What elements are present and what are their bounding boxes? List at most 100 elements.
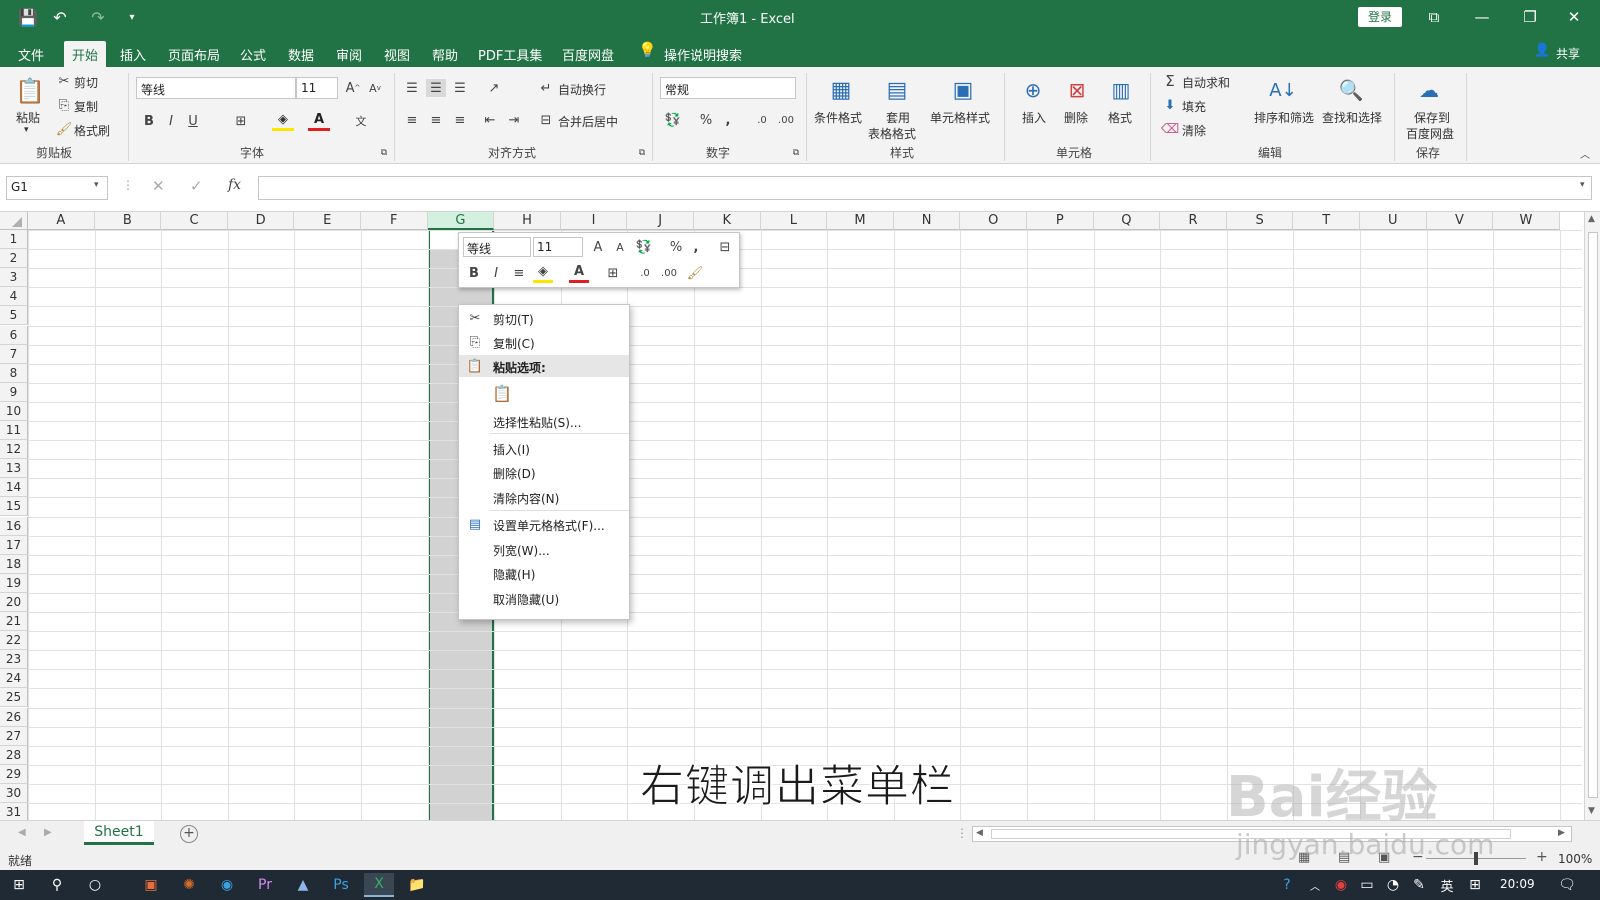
phonetic-icon[interactable]: 文: [350, 111, 372, 131]
row-header-19[interactable]: 19: [0, 573, 28, 593]
select-all-corner[interactable]: [0, 212, 28, 230]
paste-keep-text-icon[interactable]: 📋: [491, 381, 513, 405]
login-button[interactable]: 登录: [1358, 7, 1402, 27]
row-header-22[interactable]: 22: [0, 631, 28, 651]
menu-item-column-width[interactable]: 列宽(W)...: [493, 542, 550, 559]
column-header-g[interactable]: G: [427, 212, 495, 230]
mini-bold-icon[interactable]: B: [465, 263, 483, 283]
conditional-format-button[interactable]: 条件格式: [814, 109, 862, 126]
restore-button[interactable]: ❐: [1506, 0, 1554, 34]
accounting-format-icon[interactable]: 💱: [662, 111, 684, 129]
name-box-dropdown-icon[interactable]: ▾: [94, 180, 99, 190]
row-header-26[interactable]: 26: [0, 707, 28, 727]
font-dialog-launcher-icon[interactable]: ⧉: [378, 147, 390, 159]
increase-decimal-icon[interactable]: .0: [752, 111, 772, 129]
find-select-button[interactable]: 查找和选择: [1322, 109, 1382, 126]
next-sheet-icon[interactable]: ▶: [44, 827, 52, 838]
mini-format-painter-icon[interactable]: 🖌: [685, 263, 705, 283]
formula-input[interactable]: [258, 176, 1592, 200]
mini-size-combo[interactable]: 11: [533, 237, 583, 257]
row-header-6[interactable]: 6: [0, 325, 28, 345]
menu-item-copy[interactable]: 复制(C): [493, 335, 535, 352]
menu-item-insert[interactable]: 插入(I): [493, 441, 530, 458]
format-cells-button[interactable]: 格式: [1108, 109, 1132, 126]
paste-button[interactable]: 粘贴: [16, 109, 40, 126]
font-size-combo[interactable]: 11: [296, 77, 338, 99]
font-color-icon[interactable]: A: [308, 111, 330, 131]
alignment-dialog-launcher-icon[interactable]: ⧉: [636, 147, 648, 159]
column-header-e[interactable]: E: [294, 212, 361, 230]
tab-file[interactable]: 文件: [10, 41, 52, 67]
column-header-j[interactable]: J: [627, 212, 694, 230]
paste-dropdown-icon[interactable]: ▾: [24, 125, 29, 135]
row-header-8[interactable]: 8: [0, 363, 28, 383]
photoshop-icon[interactable]: Ps: [326, 873, 356, 897]
scroll-right-icon[interactable]: ▶: [1558, 828, 1565, 838]
menu-item-cut[interactable]: 剪切(T): [493, 311, 534, 328]
row-header-1[interactable]: 1: [0, 230, 28, 249]
row-header-12[interactable]: 12: [0, 440, 28, 460]
column-header-u[interactable]: U: [1360, 212, 1427, 230]
row-header-31[interactable]: 31: [0, 803, 28, 820]
bold-icon[interactable]: B: [140, 111, 158, 131]
name-box[interactable]: G1: [6, 176, 108, 200]
confirm-entry-icon[interactable]: ✓: [190, 177, 203, 195]
notification-center-icon[interactable]: 🗨: [1552, 873, 1582, 897]
column-header-s[interactable]: S: [1226, 212, 1294, 230]
mini-accounting-icon[interactable]: 💱: [633, 238, 655, 256]
column-header-f[interactable]: F: [361, 212, 428, 230]
decrease-decimal-icon[interactable]: .00: [776, 111, 796, 129]
app-icon-2[interactable]: ✺: [174, 873, 204, 897]
row-header-7[interactable]: 7: [0, 344, 28, 364]
align-left-icon[interactable]: ≡: [402, 111, 422, 129]
tab-formulas[interactable]: 公式: [232, 41, 274, 67]
autosum-button[interactable]: 自动求和: [1182, 74, 1230, 91]
redo-icon[interactable]: ↷: [86, 6, 110, 28]
mini-italic-icon[interactable]: I: [487, 263, 505, 283]
column-header-a[interactable]: A: [28, 212, 95, 230]
sort-filter-button[interactable]: 排序和筛选: [1254, 109, 1314, 126]
mini-border-icon[interactable]: ⊞: [603, 263, 623, 283]
mini-fill-color-icon[interactable]: ◈: [533, 263, 553, 283]
mini-align-center-icon[interactable]: ≡: [509, 263, 529, 283]
align-middle-icon[interactable]: ☰: [426, 79, 446, 97]
border-icon[interactable]: ⊞: [230, 111, 252, 131]
row-header-5[interactable]: 5: [0, 306, 28, 326]
cortana-icon[interactable]: ○: [80, 873, 110, 897]
tab-split-grip-icon[interactable]: ⋮: [956, 826, 968, 840]
delete-cells-button[interactable]: 删除: [1064, 109, 1088, 126]
input-language[interactable]: 英: [1432, 873, 1462, 897]
mini-increase-font-icon[interactable]: A: [589, 238, 607, 256]
collapse-ribbon-icon[interactable]: ︿: [1578, 147, 1592, 161]
customize-qat-icon[interactable]: ▾: [120, 6, 144, 28]
row-header-11[interactable]: 11: [0, 421, 28, 440]
tab-home[interactable]: 开始: [64, 41, 107, 67]
column-header-k[interactable]: K: [694, 212, 761, 230]
tab-data[interactable]: 数据: [280, 41, 322, 67]
increase-indent-icon[interactable]: ⇥: [504, 111, 524, 129]
menu-item-format-cells[interactable]: 设置单元格格式(F)...: [493, 517, 605, 534]
zoom-level[interactable]: 100%: [1558, 852, 1592, 866]
cancel-entry-icon[interactable]: ✕: [152, 177, 165, 195]
row-header-13[interactable]: 13: [0, 459, 28, 479]
row-header-20[interactable]: 20: [0, 592, 28, 612]
decrease-indent-icon[interactable]: ⇤: [480, 111, 500, 129]
mini-format-table-icon[interactable]: ⊟: [715, 238, 735, 256]
tab-view[interactable]: 视图: [376, 41, 418, 67]
percent-icon[interactable]: %: [696, 111, 716, 129]
font-name-combo[interactable]: 等线: [136, 77, 296, 99]
clear-button[interactable]: 清除: [1182, 122, 1206, 139]
expand-formula-icon[interactable]: ▾: [1580, 180, 1585, 190]
premiere-icon[interactable]: Pr: [250, 873, 280, 897]
column-header-q[interactable]: Q: [1093, 212, 1161, 230]
save-to-netdisk-line2[interactable]: 百度网盘: [1406, 125, 1454, 142]
row-header-29[interactable]: 29: [0, 764, 28, 784]
ribbon-display-icon[interactable]: ⧉: [1410, 0, 1458, 34]
column-header-r[interactable]: R: [1160, 212, 1227, 230]
fill-button[interactable]: 填充: [1182, 98, 1206, 115]
undo-icon[interactable]: ↶: [48, 6, 72, 28]
comma-icon[interactable]: ,: [720, 111, 736, 129]
row-header-17[interactable]: 17: [0, 535, 28, 555]
row-header-21[interactable]: 21: [0, 612, 28, 631]
row-header-9[interactable]: 9: [0, 382, 28, 402]
